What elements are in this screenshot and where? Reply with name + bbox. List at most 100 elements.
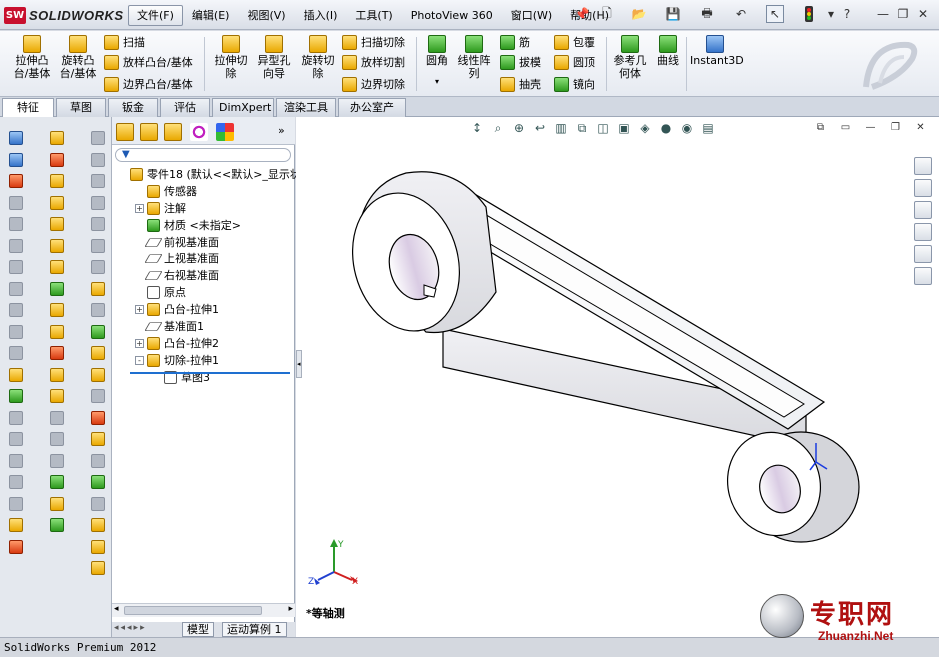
loft-boss-button[interactable]: 放样凸台/基体 [104,53,193,71]
tool-icon[interactable] [50,496,64,511]
tool-icon[interactable] [50,432,64,446]
tool-icon[interactable] [9,539,23,554]
extrude-cut-button[interactable]: 拉伸切 除 [210,35,252,80]
tree-expand-toggle[interactable]: - [135,355,144,365]
mirror-button[interactable]: 镜向 [554,75,595,93]
tree-item[interactable]: 基准面1 [112,318,295,335]
tool-icon[interactable] [9,410,23,425]
tool-icon[interactable] [91,174,105,188]
menu-photoview[interactable]: PhotoView 360 [402,5,502,26]
tree-expand-toggle[interactable]: + [135,305,144,315]
menu-edit[interactable]: 编辑(E) [183,5,239,26]
reference-geometry-button[interactable]: 参考几 何体 [610,35,650,80]
new-document-icon[interactable]: 🗋 [598,5,616,23]
rollback-bar[interactable] [130,372,290,374]
tool-icon[interactable] [91,238,105,253]
tool-icon[interactable] [91,367,105,382]
hole-wizard-button[interactable]: 异型孔 向导 [252,35,296,80]
select-cursor-icon[interactable]: ↖ [766,5,784,23]
tree-item[interactable]: 材质 <未指定> [112,217,295,234]
rebuild-traffic-light-icon[interactable] [800,5,818,23]
tree-item[interactable]: 传感器 [112,183,295,200]
tool-icon[interactable] [91,324,105,339]
tool-icon[interactable] [50,217,64,231]
revolve-boss-button[interactable]: 旋转凸 台/基体 [56,35,100,80]
boundary-boss-button[interactable]: 边界凸台/基体 [104,75,193,93]
menu-insert[interactable]: 插入(I) [295,5,347,26]
tree-item[interactable]: 原点 [112,284,295,301]
tree-item[interactable]: + 注解 [112,200,295,217]
tab-nav-arrows-icon[interactable]: ◂◂◂▸▸ [114,623,147,633]
tool-icon[interactable] [9,496,23,511]
tool-icon[interactable] [50,367,64,382]
tree-filter-input[interactable]: ▼ [115,148,291,162]
tool-icon[interactable] [9,389,23,403]
tool-icon[interactable] [91,518,105,532]
menu-window[interactable]: 窗口(W) [502,5,561,26]
tab-sheet-metal[interactable]: 钣金 [108,98,158,117]
tab-sketch[interactable]: 草图 [56,98,106,117]
save-icon[interactable]: 💾 [664,5,682,23]
scroll-left-icon[interactable]: ◂ [114,604,119,614]
instant3d-button[interactable]: Instant3D [690,35,744,67]
tree-expand-toggle[interactable]: + [135,338,144,348]
loft-cut-button[interactable]: 放样切割 [342,53,405,71]
tool-icon[interactable] [50,152,64,167]
tool-icon[interactable] [50,281,64,296]
menu-file[interactable]: 文件(F) [128,5,183,26]
tool-icon[interactable] [50,260,64,274]
tool-icon[interactable] [50,389,64,403]
tool-icon[interactable] [9,518,23,532]
panel-collapse-handle[interactable]: ◂ [296,350,302,378]
tree-item[interactable]: + 凸台-拉伸1 [112,301,295,318]
tool-icon[interactable] [50,346,64,360]
tool-icon[interactable] [50,131,64,145]
tool-icon[interactable] [50,238,64,253]
open-folder-icon[interactable]: 📂 [630,5,648,23]
tool-icon[interactable] [9,475,23,489]
tool-icon[interactable] [91,217,105,231]
tool-icon[interactable] [50,324,64,339]
tool-icon[interactable] [9,367,23,382]
tree-item[interactable]: 右视基准面 [112,267,295,284]
tree-item[interactable]: 上视基准面 [112,250,295,267]
extrude-boss-button[interactable]: 拉伸凸 台/基体 [10,35,54,80]
tree-horizontal-scrollbar[interactable]: ◂ ▸ [112,603,295,617]
sweep-button[interactable]: 扫描 [104,33,145,51]
tool-icon[interactable] [91,346,105,360]
tool-icon[interactable] [9,281,23,296]
tool-icon[interactable] [9,260,23,274]
tool-icon[interactable] [91,389,105,403]
tool-icon[interactable] [91,195,105,210]
part-model-3d[interactable]: Y X Z [296,117,939,637]
tab-model[interactable]: 模型 [182,622,214,637]
tab-office-products[interactable]: 办公室产品 [338,98,406,131]
tab-evaluate[interactable]: 评估 [160,98,210,117]
tool-icon[interactable] [9,324,23,339]
solidworks-logo[interactable]: SW SOLIDWORKS [4,6,124,24]
tool-icon[interactable] [9,195,23,210]
draft-button[interactable]: 拔模 [500,53,541,71]
boundary-cut-button[interactable]: 边界切除 [342,75,405,93]
tool-icon[interactable] [9,303,23,317]
property-manager-tab-icon[interactable] [140,123,158,141]
configuration-manager-tab-icon[interactable] [164,123,182,141]
tool-icon[interactable] [50,410,64,425]
minimize-icon[interactable]: — [874,5,892,23]
scroll-right-icon[interactable]: ▸ [288,604,293,614]
expand-panel-icon[interactable]: » [278,124,285,137]
tool-icon[interactable] [91,475,105,489]
print-icon[interactable]: 🖶 [698,5,716,23]
tool-icon[interactable] [9,131,23,145]
tool-icon[interactable] [91,152,105,167]
curves-button[interactable]: 曲线 [654,35,682,67]
tool-icon[interactable] [50,195,64,210]
tool-icon[interactable] [50,518,64,532]
tool-icon[interactable] [9,217,23,231]
tab-motion-study-1[interactable]: 运动算例 1 [222,622,287,637]
graphics-viewport[interactable]: ↕ ⌕ ⊕ ↩ ▥ ⧉ ◫ ▣ ◈ ● ◉ ▤ ⧉ ▭ — ❐ ✕ Y X Z … [296,117,939,637]
rib-button[interactable]: 筋 [500,33,530,51]
tree-item[interactable]: 零件18 (默认<<默认>_显示状态 [112,166,312,183]
menu-tools[interactable]: 工具(T) [346,5,401,26]
close-icon[interactable]: ✕ [914,5,932,23]
